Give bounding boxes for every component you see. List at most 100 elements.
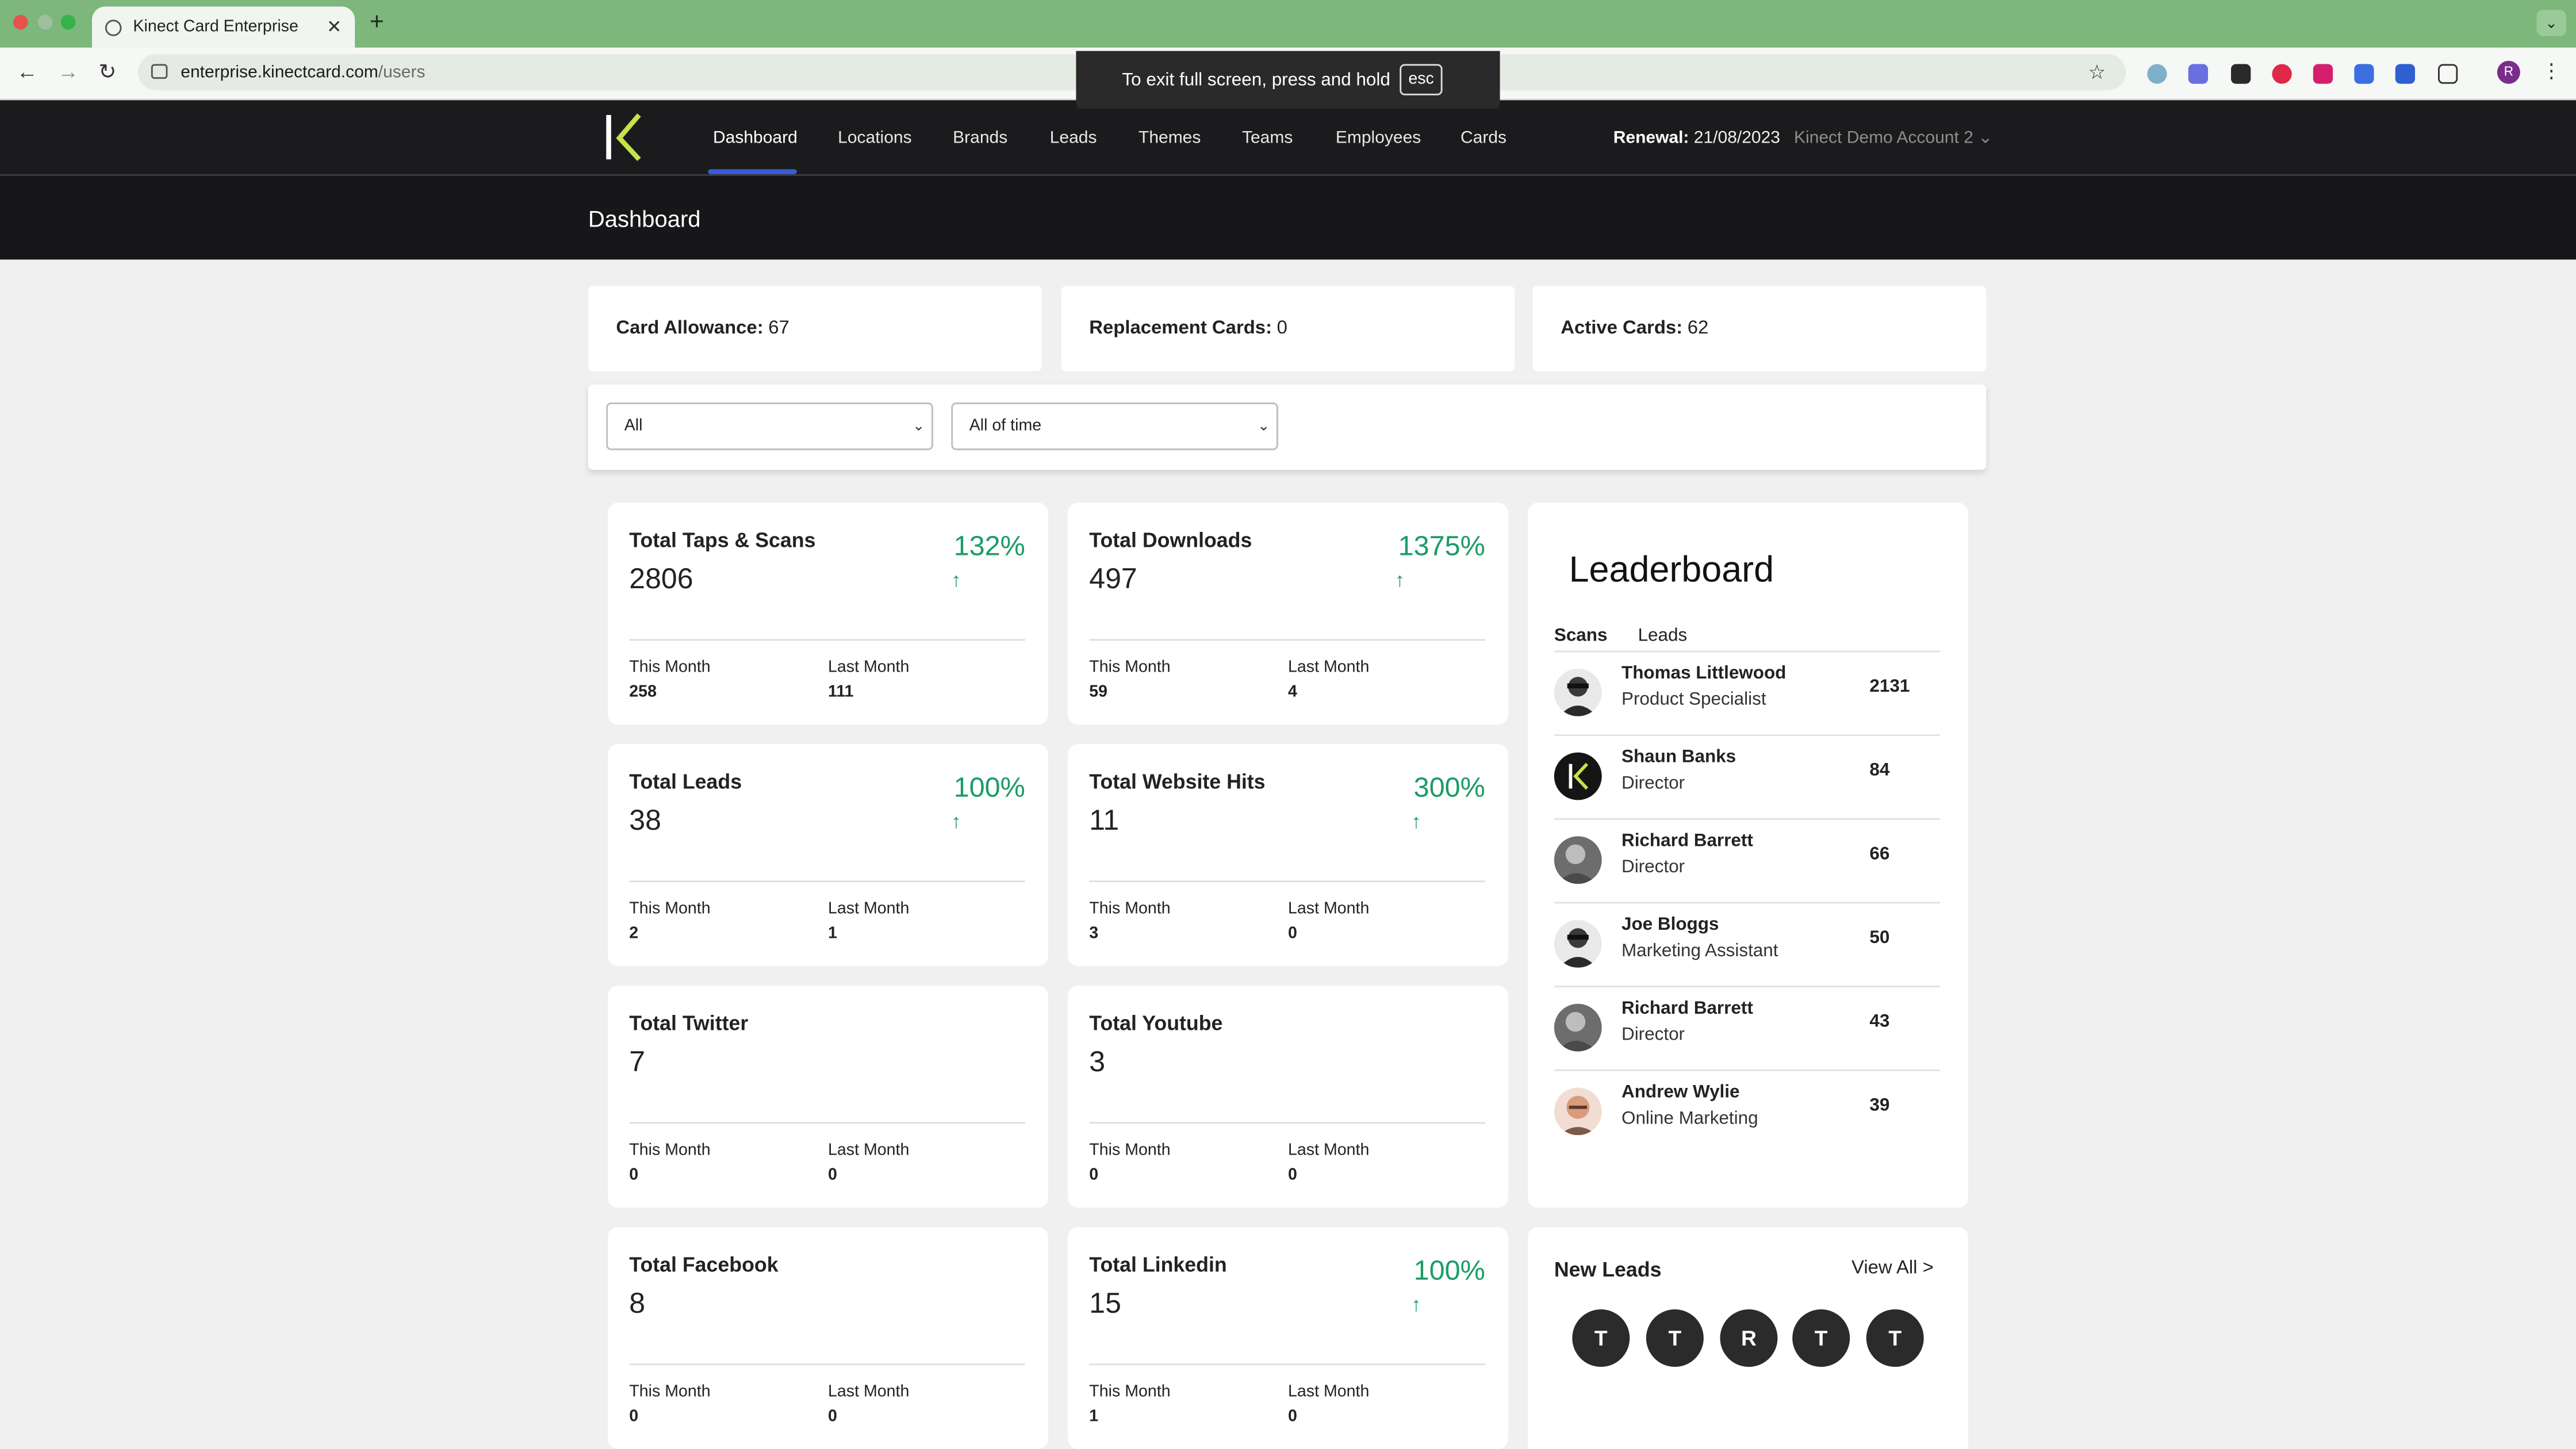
new-tab-button[interactable]: +	[370, 8, 384, 36]
stat-card-twitter: Total Twitter 7 This Month 0 Last Month …	[608, 986, 1048, 1208]
chevron-down-icon: ⌄	[1978, 128, 1993, 148]
extensions-puzzle-icon[interactable]	[2438, 64, 2458, 84]
browser-tab[interactable]: Kinect Card Enterprise ✕	[92, 6, 355, 48]
lead-avatar[interactable]: R	[1720, 1309, 1778, 1367]
last-month-value: 1	[828, 925, 837, 943]
this-month-value: 258	[629, 683, 657, 702]
stat-title: Total Website Hits	[1089, 770, 1266, 793]
window-maximize-button[interactable]	[60, 14, 76, 30]
last-month-value: 0	[828, 1408, 837, 1426]
nav-teams[interactable]: Teams	[1242, 128, 1293, 148]
new-leads-title: New Leads	[1554, 1258, 1662, 1282]
last-month-label: Last Month	[828, 1383, 910, 1402]
forward-button[interactable]: →	[57, 59, 79, 84]
extension-icon[interactable]	[2313, 64, 2333, 84]
tab-search-button[interactable]: ⌄	[2536, 10, 2566, 36]
nav-locations[interactable]: Locations	[838, 128, 911, 148]
leaderboard-title: Leaderboard	[1569, 549, 1774, 590]
url-path: /users	[378, 62, 425, 82]
group-filter-select[interactable]: All ⌄	[606, 402, 933, 450]
nav-leads[interactable]: Leads	[1050, 128, 1097, 148]
this-month-label: This Month	[629, 1141, 711, 1160]
bookmark-star-icon[interactable]: ☆	[2088, 61, 2106, 84]
lead-avatar[interactable]: T	[1866, 1309, 1924, 1367]
leaderboard-row[interactable]: Thomas Littlewood Product Specialist 213…	[1554, 650, 1941, 734]
window-close-button[interactable]	[13, 14, 28, 30]
person-photo-icon	[1559, 1095, 1597, 1136]
tab-close-icon[interactable]: ✕	[327, 17, 342, 38]
stat-value: 2806	[629, 562, 693, 595]
leaderboard-row[interactable]: Joe Bloggs Marketing Assistant 50	[1554, 902, 1941, 986]
stat-value: 497	[1089, 562, 1137, 595]
nav-cards[interactable]: Cards	[1460, 128, 1506, 148]
window-minimize-button[interactable]	[37, 14, 53, 30]
this-month-label: This Month	[629, 900, 711, 919]
back-button[interactable]: ←	[17, 59, 38, 84]
extension-icon[interactable]	[2147, 64, 2167, 84]
renewal-date: Renewal: 21/08/2023	[1613, 128, 1780, 148]
tab-leads[interactable]: Leads	[1638, 626, 1688, 646]
extension-icon[interactable]	[2395, 64, 2415, 84]
leader-name: Shaun Banks	[1621, 747, 1736, 768]
lead-avatar[interactable]: T	[1572, 1309, 1630, 1367]
leaderboard-row[interactable]: Andrew Wylie Online Marketing 39	[1554, 1070, 1941, 1153]
avatar	[1554, 1087, 1602, 1136]
this-month-label: This Month	[1089, 658, 1171, 677]
summary-value: 0	[1276, 319, 1287, 339]
leaderboard-panel: Leaderboard Scans Leads Thomas Littlewoo…	[1528, 503, 1968, 1208]
last-month-value: 0	[1288, 1166, 1297, 1184]
lead-avatar[interactable]: T	[1792, 1309, 1850, 1367]
stat-card-youtube: Total Youtube 3 This Month 0 Last Month …	[1068, 986, 1508, 1208]
this-month-label: This Month	[1089, 1141, 1171, 1160]
stat-value: 38	[629, 803, 661, 837]
extension-icon[interactable]	[2188, 64, 2208, 84]
browser-menu-icon[interactable]: ⋮	[2542, 59, 2561, 82]
reload-button[interactable]: ↻	[98, 59, 116, 86]
last-month-label: Last Month	[1288, 1383, 1370, 1402]
nav-employees[interactable]: Employees	[1336, 128, 1421, 148]
globe-icon	[105, 18, 122, 36]
kinect-logo[interactable]	[601, 110, 651, 164]
leader-role: Online Marketing	[1621, 1109, 1758, 1129]
leader-score: 39	[1869, 1095, 1890, 1116]
stat-card-leads: Total Leads 38 100% ↑ This Month 2 Last …	[608, 744, 1048, 966]
top-navigation: Dashboard Locations Brands Leads Themes …	[0, 100, 2576, 176]
extension-icon[interactable]	[2272, 64, 2292, 84]
summary-value: 62	[1687, 319, 1709, 339]
leaderboard-row[interactable]: Shaun Banks Director 84	[1554, 734, 1941, 818]
nav-dashboard[interactable]: Dashboard	[713, 128, 798, 148]
stat-title: Total Youtube	[1089, 1012, 1223, 1035]
view-all-link[interactable]: View All >	[1851, 1259, 1934, 1278]
extension-icon[interactable]	[2354, 64, 2374, 84]
avatar	[1554, 668, 1602, 716]
filter-bar: All ⌄ All of time ⌄	[588, 384, 1987, 470]
leaderboard-row[interactable]: Richard Barrett Director 43	[1554, 986, 1941, 1070]
person-photo-icon	[1559, 677, 1597, 716]
kinect-logo-icon	[1569, 762, 1589, 790]
last-month-value: 0	[1288, 925, 1297, 943]
last-month-label: Last Month	[1288, 1141, 1370, 1160]
tab-title: Kinect Card Enterprise	[133, 18, 298, 36]
account-switcher[interactable]: Kinect Demo Account 2 ⌄	[1794, 128, 1992, 148]
lead-avatar[interactable]: T	[1646, 1309, 1704, 1367]
period-filter-select[interactable]: All of time ⌄	[951, 402, 1278, 450]
divider	[629, 639, 1025, 641]
group-filter-value: All	[624, 417, 643, 436]
nav-brands[interactable]: Brands	[953, 128, 1007, 148]
profile-avatar[interactable]: R	[2497, 60, 2520, 84]
nav-themes[interactable]: Themes	[1138, 128, 1201, 148]
tab-scans[interactable]: Scans	[1554, 626, 1608, 646]
leaderboard-row[interactable]: Richard Barrett Director 66	[1554, 818, 1941, 902]
stat-value: 3	[1089, 1045, 1106, 1078]
stat-title: Total Leads	[629, 770, 742, 793]
chevron-down-icon: ⌄	[913, 417, 925, 434]
leader-score: 84	[1869, 760, 1890, 781]
site-info-icon[interactable]	[151, 64, 168, 79]
this-month-value: 2	[629, 925, 639, 943]
divider	[1089, 880, 1485, 883]
stat-card-facebook: Total Facebook 8 This Month 0 Last Month…	[608, 1227, 1048, 1449]
stat-title: Total Taps & Scans	[629, 529, 816, 552]
extension-icon[interactable]	[2231, 64, 2251, 84]
card-allowance-box: Card Allowance: 67	[588, 286, 1042, 371]
url-host: enterprise.kinectcard.com	[181, 62, 378, 82]
